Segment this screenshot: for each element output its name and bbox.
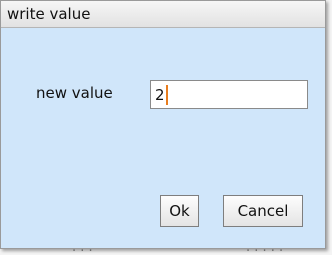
cancel-button[interactable]: Cancel bbox=[223, 195, 303, 227]
new-value-label: new value bbox=[36, 84, 113, 102]
ok-button[interactable]: Ok bbox=[160, 195, 199, 227]
dialog-titlebar[interactable]: write value bbox=[1, 1, 325, 28]
dialog-title: write value bbox=[7, 5, 91, 23]
new-value-input[interactable] bbox=[150, 80, 308, 109]
text-cursor bbox=[166, 85, 168, 105]
write-value-dialog: write value new value Ok Cancel bbox=[0, 0, 326, 249]
